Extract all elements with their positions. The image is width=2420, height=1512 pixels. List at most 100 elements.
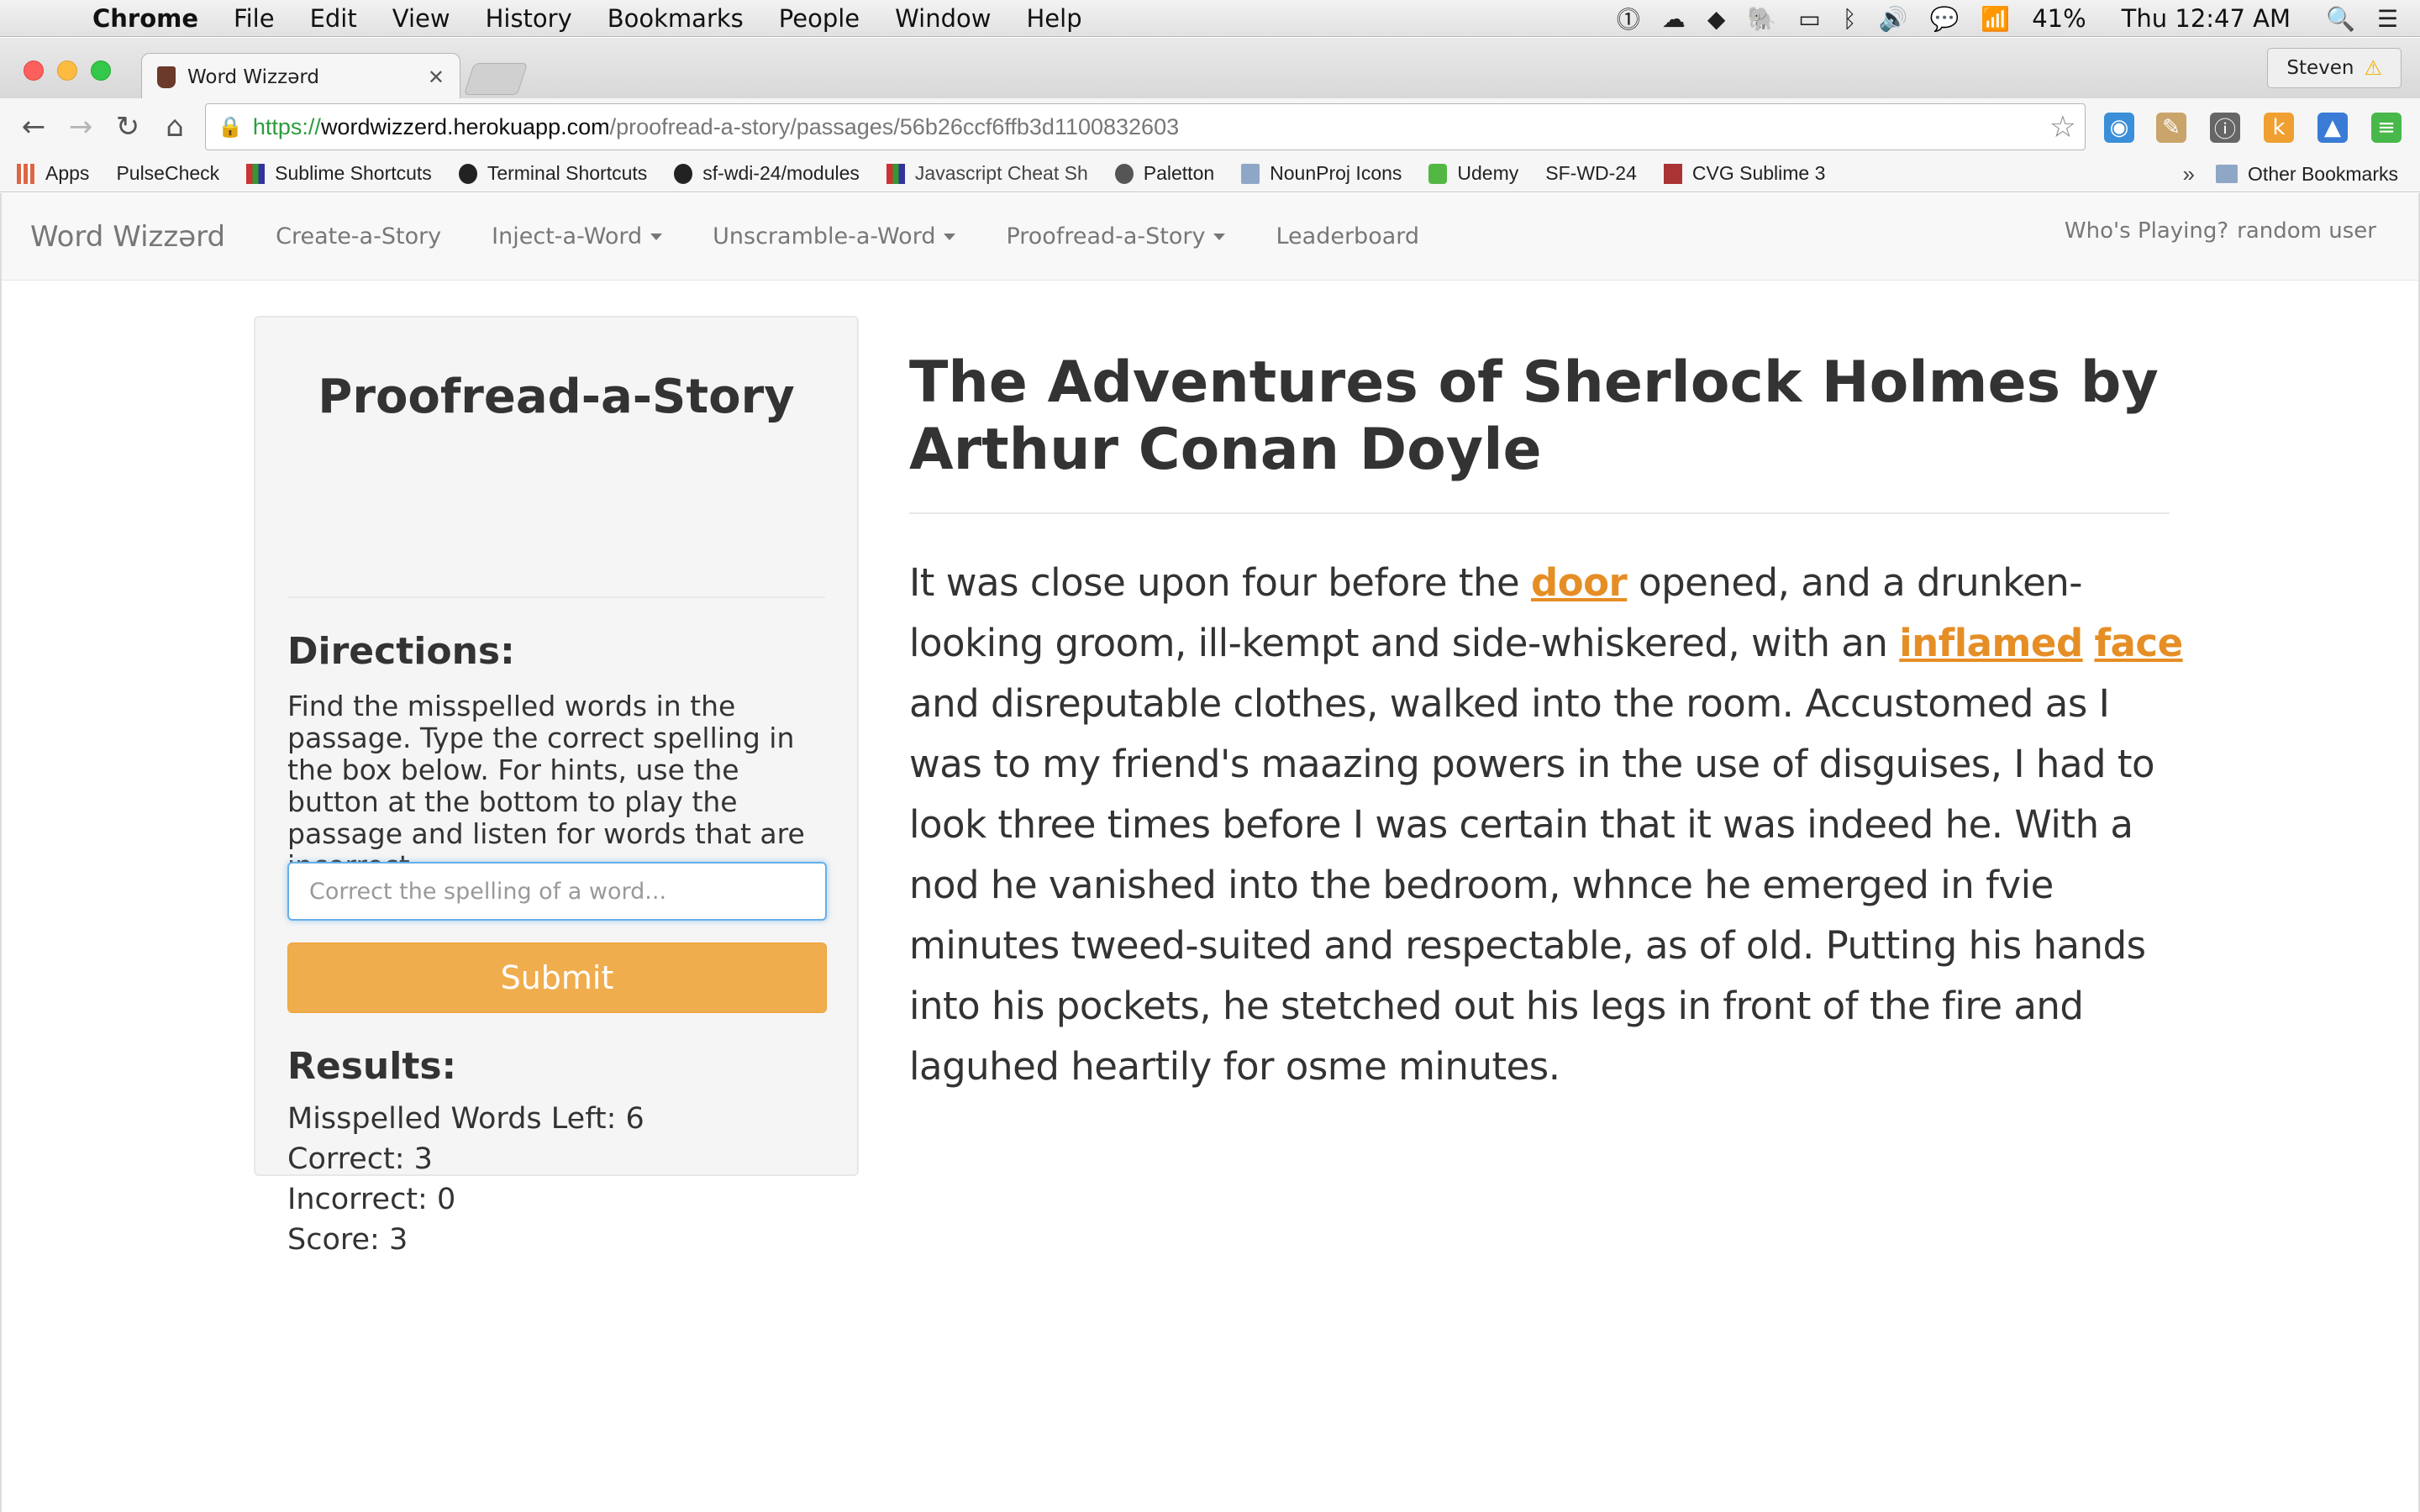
- menu-view[interactable]: View: [392, 4, 450, 33]
- tab-close-icon[interactable]: ✕: [428, 66, 445, 89]
- nav-leaderboard[interactable]: Leaderboard: [1276, 223, 1419, 249]
- profile-button[interactable]: Steven ⚠: [2267, 48, 2402, 88]
- bookmark-sublime-shortcuts[interactable]: Sublime Shortcuts: [246, 162, 432, 185]
- player-label: Who's Playing?: [2064, 218, 2229, 244]
- paletton-icon: [1114, 163, 1134, 184]
- close-window-button[interactable]: [24, 60, 44, 81]
- bookmark-apps[interactable]: Apps: [17, 162, 89, 185]
- menu-help[interactable]: Help: [1026, 4, 1081, 33]
- menu-history[interactable]: History: [486, 4, 572, 33]
- address-bar[interactable]: 🔒 https:// wordwizzerd.herokuapp.com /pr…: [205, 103, 2086, 150]
- udemy-icon: [1428, 163, 1448, 184]
- menu-people[interactable]: People: [779, 4, 860, 33]
- app-navbar: Word Wizzərd Create-a-Story Inject-a-Wor…: [2, 193, 2418, 281]
- correction-input[interactable]: [287, 862, 827, 921]
- results-list: Misspelled Words Left: 6 Correct: 3 Inco…: [287, 1099, 644, 1260]
- nav-inject-a-word[interactable]: Inject-a-Word: [492, 223, 663, 249]
- eyedropper-extension-icon[interactable]: ✎: [2156, 113, 2186, 143]
- browser-toolbar: ← → ↻ ⌂ 🔒 https:// wordwizzerd.herokuapp…: [0, 98, 2420, 155]
- score: Score: 3: [287, 1223, 408, 1257]
- folder-icon: [1241, 163, 1260, 184]
- new-tab-button[interactable]: [463, 63, 529, 95]
- menu-bookmarks[interactable]: Bookmarks: [608, 4, 744, 33]
- wifi-icon[interactable]: 📶: [1981, 5, 2010, 33]
- browser-tab[interactable]: Word Wizzərd ✕: [141, 53, 460, 100]
- nav-create-a-story[interactable]: Create-a-Story: [276, 223, 441, 249]
- nav-proofread-a-story[interactable]: Proofread-a-Story: [1006, 223, 1226, 249]
- dropbox-icon[interactable]: ◆: [1707, 5, 1726, 33]
- url-scheme: https://: [252, 113, 321, 139]
- passage-text: [2083, 621, 2095, 665]
- submit-button[interactable]: Submit: [287, 942, 827, 1013]
- cvg-icon: [1663, 163, 1682, 184]
- bookmarks-overflow-icon[interactable]: »: [2183, 155, 2195, 192]
- results-heading: Results:: [287, 1045, 457, 1088]
- globe-extension-icon[interactable]: ◉: [2104, 113, 2134, 143]
- bookmark-other-bookmarks[interactable]: Other Bookmarks: [2216, 155, 2398, 192]
- menu-app-name[interactable]: Chrome: [92, 4, 198, 33]
- story-passage: It was close upon four before the door o…: [909, 553, 2186, 1097]
- messages-icon[interactable]: 💬: [1929, 5, 1959, 33]
- reload-icon[interactable]: ↻: [104, 110, 151, 144]
- k-extension-icon[interactable]: k: [2264, 113, 2294, 143]
- book-icon: [246, 163, 266, 184]
- brand-link[interactable]: Word Wizzərd: [30, 220, 225, 254]
- bookmark-paletton[interactable]: Paletton: [1114, 162, 1214, 185]
- bookmark-pulsecheck[interactable]: PulseCheck: [0, 162, 219, 369]
- onepassword-icon[interactable]: ⓵: [1617, 2, 1640, 35]
- chrome-menu-icon[interactable]: ≡: [2371, 113, 2402, 143]
- nav-unscramble-a-word[interactable]: Unscramble-a-Word: [713, 223, 956, 249]
- corrected-word: inflamed: [1899, 621, 2083, 665]
- bookmark-javascript-cheat-sheet[interactable]: Javascript Cheat Sh: [886, 162, 1088, 185]
- passage-text: and disreputable clothes, walked into th…: [909, 681, 2155, 1089]
- bookmark-star-icon[interactable]: ☆: [2049, 109, 2076, 144]
- passage-text: It was close upon four before the: [909, 560, 1531, 605]
- onepassword-extension-icon[interactable]: ⓘ: [2210, 113, 2240, 143]
- tab-title: Word Wizzərd: [187, 66, 320, 88]
- bookmark-udemy[interactable]: Udemy: [1428, 162, 1518, 185]
- bookmark-terminal-shortcuts[interactable]: Terminal Shortcuts: [458, 162, 647, 185]
- volume-icon[interactable]: 🔊: [1879, 5, 1908, 33]
- menu-file[interactable]: File: [234, 4, 275, 33]
- profile-name: Steven: [2286, 57, 2354, 79]
- notification-center-icon[interactable]: ☰: [2377, 5, 2398, 33]
- caret-down-icon: [650, 233, 663, 240]
- forward-icon[interactable]: →: [57, 110, 104, 144]
- pin-extension-icon[interactable]: ▲: [2317, 113, 2348, 143]
- browser-titlebar: Word Wizzərd ✕ Steven ⚠: [0, 38, 2420, 100]
- home-icon[interactable]: ⌂: [151, 110, 198, 144]
- warning-icon: ⚠: [2364, 56, 2382, 80]
- battery-percent[interactable]: 41%: [2032, 4, 2086, 33]
- proofread-panel: Proofread-a-Story Directions: Find the m…: [254, 316, 859, 1257]
- zoom-window-button[interactable]: [91, 60, 111, 81]
- corrected-word: door: [1530, 560, 1628, 605]
- bookmark-nounproj-icons[interactable]: NounProj Icons: [1241, 162, 1402, 185]
- web-page: Word Wizzərd Create-a-Story Inject-a-Wor…: [0, 193, 2420, 1512]
- github-icon: [674, 163, 693, 184]
- macos-menu-bar: Chrome File Edit View History Bookmarks …: [0, 0, 2420, 37]
- menu-window[interactable]: Window: [895, 4, 991, 33]
- story-divider: [909, 512, 2170, 514]
- story-title: The Adventures of Sherlock Holmes by Art…: [909, 349, 2159, 483]
- current-player: Who's Playing? random user: [2065, 218, 2376, 244]
- corrected-word: face: [2094, 621, 2183, 665]
- menu-edit[interactable]: Edit: [310, 4, 357, 33]
- bookmark-cvg-sublime[interactable]: CVG Sublime 3: [1663, 162, 1825, 185]
- bluetooth-icon[interactable]: ᛒ: [1843, 5, 1857, 33]
- incorrect-count: Incorrect: 0: [287, 1183, 456, 1216]
- status-area: ⓵ ☁ ◆ 🐘 ▭ ᛒ 🔊 💬 📶 41% Thu 12:47 AM 🔍 ☰: [1617, 0, 2420, 37]
- airplay-icon[interactable]: ▭: [1798, 5, 1820, 33]
- back-icon[interactable]: ←: [10, 110, 57, 144]
- clock[interactable]: Thu 12:47 AM: [2122, 4, 2291, 33]
- url-host: wordwizzerd.herokuapp.com: [320, 113, 610, 139]
- bookmark-sf-wdi-modules[interactable]: sf-wdi-24/modules: [674, 162, 860, 185]
- directions-text: Find the misspelled words in the passage…: [287, 690, 805, 882]
- creative-cloud-icon[interactable]: ☁: [1662, 5, 1686, 33]
- evernote-icon[interactable]: 🐘: [1747, 5, 1776, 33]
- caret-down-icon: [1213, 233, 1226, 240]
- misspelled-left: Misspelled Words Left: 6: [287, 1102, 644, 1136]
- lock-icon: 🔒: [218, 115, 243, 139]
- bookmark-sf-wd-24[interactable]: SF-WD-24: [0, 162, 1637, 369]
- spotlight-icon[interactable]: 🔍: [2326, 5, 2355, 33]
- minimize-window-button[interactable]: [57, 60, 77, 81]
